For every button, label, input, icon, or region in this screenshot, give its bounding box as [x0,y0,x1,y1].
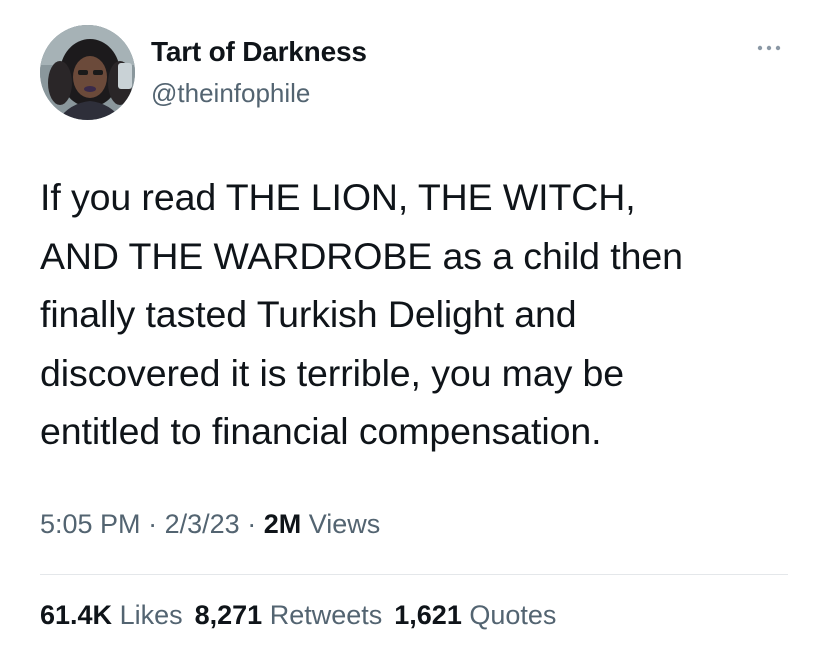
author-display-name[interactable]: Tart of Darkness [151,36,367,68]
quotes-count: 1,621 [394,600,462,630]
more-options-button[interactable] [752,38,788,58]
likes-label: Likes [119,600,183,630]
author-handle[interactable]: @theinfophile [151,78,310,109]
views-label: Views [308,509,381,539]
tweet-card: Tart of Darkness @theinfophile If you re… [0,0,828,658]
tweet-text: If you read THE LION, THE WITCH, AND THE… [40,168,800,461]
retweets-count: 8,271 [194,600,263,630]
tweet-text-line: entitled to financial compensation. [40,410,602,452]
profile-photo-icon [40,25,135,120]
separator: · [148,509,158,539]
tweet-text-line: If you read THE LION, THE WITCH, [40,176,636,218]
divider [40,574,788,575]
tweet-text-line: finally tasted Turkish Delight and [40,293,577,335]
avatar[interactable] [40,25,135,120]
tweet-date[interactable]: 2/3/23 [165,509,240,539]
separator: · [247,509,257,539]
tweet-metadata: 5:05 PM · 2/3/23 · 2M Views [40,509,380,540]
views-count: 2M [263,509,302,539]
more-options-icon [757,45,781,51]
tweet-text-line: discovered it is terrible, you may be [40,351,625,394]
quotes-label: Quotes [469,600,557,630]
engagement-stats: 61.4K Likes 8,271 Retweets 1,621 Quotes [40,600,556,631]
quotes-stat[interactable]: 1,621 Quotes [394,600,556,630]
retweets-label: Retweets [269,600,383,630]
tweet-time[interactable]: 5:05 PM [40,509,141,539]
likes-count: 61.4K [40,600,113,630]
retweets-stat[interactable]: 8,271 Retweets [195,600,383,630]
tweet-text-line: AND THE WARDROBE as a child then [40,234,683,277]
likes-stat[interactable]: 61.4K Likes [40,600,183,630]
